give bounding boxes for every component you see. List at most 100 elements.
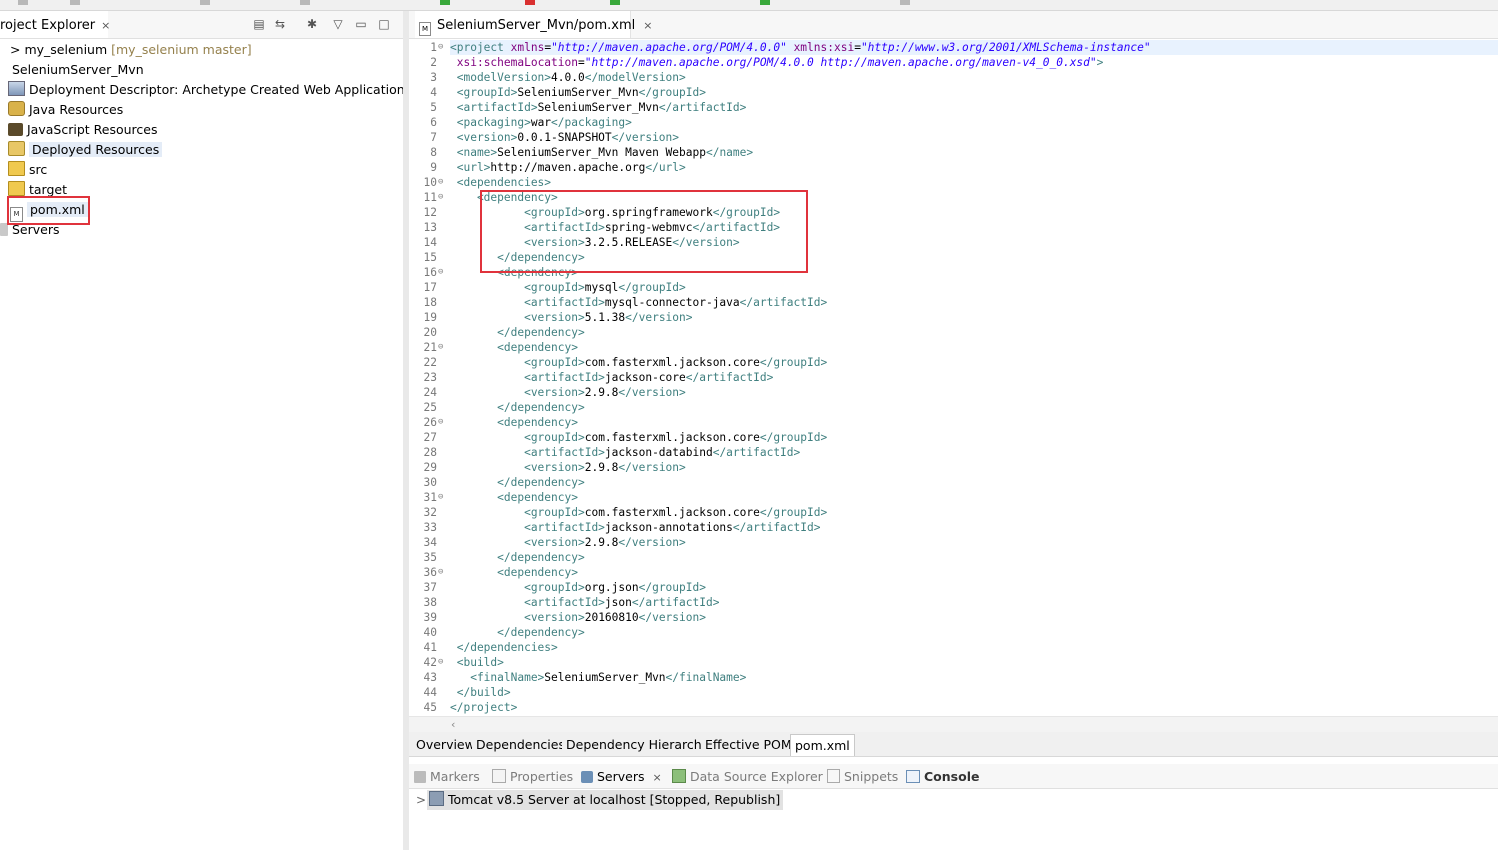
view-menu-icon[interactable]: ▽ xyxy=(331,17,345,31)
fold-toggle-icon[interactable]: ⊖ xyxy=(438,40,448,55)
xml-text-token: mysql-connector-java xyxy=(604,296,740,309)
xml-tag-token: <dependency> xyxy=(450,566,578,579)
xml-source-editor[interactable]: 1 ⊖ 2 3 4 5 6 7 8 9 10 ⊖ 11 ⊖ 12 13 14 15 16 ⊖ 17 18 19 20 21 ⊖ 22… xyxy=(409,40,1498,716)
tree-item-label: target xyxy=(29,182,68,197)
tree-item-deployed-resources[interactable]: Deployed Resources xyxy=(8,140,163,160)
line-number: 45 xyxy=(423,701,437,714)
xml-text-token: SeleniumServer_Mvn Maven Webapp xyxy=(497,146,706,159)
line-number: 27 xyxy=(423,431,437,444)
tab-console[interactable]: Console xyxy=(906,764,979,788)
scroll-left-icon[interactable]: ‹ xyxy=(451,717,455,732)
javascript-resources-icon xyxy=(8,123,23,136)
xml-tag-token: </artifactId> xyxy=(685,371,774,384)
editor-tabbar: M SeleniumServer_Mvn/pom.xml × xyxy=(409,11,1498,39)
xml-tag-token: </name> xyxy=(705,146,754,159)
xml-tag-token: <version> xyxy=(450,131,518,144)
tree-item-label: src xyxy=(29,162,48,177)
fold-toggle-icon[interactable]: ⊖ xyxy=(438,490,448,505)
maximize-icon[interactable]: □ xyxy=(377,17,391,31)
close-icon[interactable]: × xyxy=(643,19,652,32)
xml-tag-token: </project> xyxy=(450,701,518,714)
folder-icon xyxy=(8,161,25,176)
tab-dependency-hierarchy[interactable]: Dependency Hierarchy xyxy=(562,734,715,755)
line-number: 13 xyxy=(423,221,437,234)
code-line: <groupId>com.fasterxml.jackson.core</gro… xyxy=(450,505,827,520)
line-number: 41 xyxy=(423,641,437,654)
fold-toggle-icon[interactable]: ⊖ xyxy=(438,175,448,190)
server-entry-label: Tomcat v8.5 Server at localhost [Stopped… xyxy=(448,792,781,807)
line-number-ruler: 1 ⊖ 2 3 4 5 6 7 8 9 10 ⊖ 11 ⊖ 12 13 14 15 16 ⊖ 17 18 19 20 21 ⊖ 22… xyxy=(409,40,450,716)
tab-overview[interactable]: Overview xyxy=(412,734,480,755)
server-entry-tomcat[interactable]: Tomcat v8.5 Server at localhost [Stopped… xyxy=(427,790,784,810)
xml-text-token: SeleniumServer_Mvn xyxy=(517,86,639,99)
close-icon[interactable]: × xyxy=(101,19,110,32)
horizontal-scrollbar[interactable]: ‹ xyxy=(409,716,1498,733)
tab-project-explorer[interactable]: roject Explorer × xyxy=(0,11,110,38)
xml-text-token: 2.9.8 xyxy=(584,386,619,399)
fold-toggle-icon[interactable]: ⊖ xyxy=(438,655,448,670)
line-number: 31 xyxy=(423,491,437,504)
tab-snippets[interactable]: Snippets xyxy=(827,764,898,788)
tree-item-my-selenium[interactable]: > my_selenium [my_selenium master] xyxy=(0,40,252,60)
tab-pom-xml-editor[interactable]: M SeleniumServer_Mvn/pom.xml × xyxy=(415,11,652,38)
xml-tag-token: </dependency> xyxy=(450,551,585,564)
close-icon[interactable]: × xyxy=(653,771,662,784)
code-line: <artifactId>SeleniumServer_Mvn</artifact… xyxy=(450,100,747,115)
xml-value-token: "http://www.w3.org/2001/XMLSchema-instan… xyxy=(860,41,1151,54)
code-line: </dependency> xyxy=(450,475,585,490)
xml-text-token: SeleniumServer_Mvn xyxy=(544,671,666,684)
line-number: 4 xyxy=(430,86,437,99)
tab-pom-xml-source[interactable]: pom.xml xyxy=(790,734,855,756)
line-number: 37 xyxy=(423,581,437,594)
tree-item-seleniumserver-mvn[interactable]: SeleniumServer_Mvn xyxy=(12,60,144,80)
expand-chevron-icon[interactable]: > xyxy=(416,789,426,811)
tree-item-label: JavaScript Resources xyxy=(27,122,158,137)
code-line: </dependency> xyxy=(450,625,585,640)
xml-tag-token: </groupId> xyxy=(759,356,828,369)
code-line: <build> xyxy=(450,655,504,670)
fold-toggle-icon[interactable]: ⊖ xyxy=(438,265,448,280)
fold-toggle-icon[interactable]: ⊖ xyxy=(438,340,448,355)
xml-attr-token: xmlns xyxy=(510,41,545,54)
tab-dependencies[interactable]: Dependencies xyxy=(472,734,570,755)
fold-toggle-icon[interactable]: ⊖ xyxy=(438,415,448,430)
tab-data-source-explorer[interactable]: Data Source Explorer xyxy=(672,764,823,788)
xml-tag-token: <version> xyxy=(450,611,585,624)
minimize-icon[interactable]: ▭ xyxy=(354,17,368,31)
xml-tag-token: </groupId> xyxy=(759,506,828,519)
line-number: 32 xyxy=(423,506,437,519)
folder-icon xyxy=(8,181,25,196)
console-icon xyxy=(906,770,920,783)
tab-servers[interactable]: Servers × xyxy=(581,764,662,788)
xml-tag-token: <groupId> xyxy=(450,281,585,294)
collapse-all-icon[interactable]: ▤ xyxy=(252,17,266,31)
focus-icon[interactable]: ✱ xyxy=(305,17,319,31)
tomcat-server-icon xyxy=(429,791,444,806)
xml-tag-token: </artifactId> xyxy=(631,596,720,609)
tree-item-javascript-resources[interactable]: JavaScript Resources xyxy=(8,120,157,140)
tree-item-src[interactable]: src xyxy=(8,160,47,180)
fold-toggle-icon[interactable]: ⊖ xyxy=(438,565,448,580)
tab-snippets-label: Snippets xyxy=(844,769,899,784)
line-number: 8 xyxy=(430,146,437,159)
tab-markers[interactable]: Markers xyxy=(414,764,480,788)
xml-tag-token: <artifactId> xyxy=(450,596,605,609)
code-line: </dependency> xyxy=(450,400,585,415)
xml-tag-token: <finalName> xyxy=(450,671,545,684)
line-number: 10 xyxy=(423,176,437,189)
tab-project-explorer-label: roject Explorer xyxy=(0,18,96,33)
tab-properties[interactable]: Properties xyxy=(492,764,573,788)
xml-tag-token: <version> xyxy=(450,536,585,549)
xml-tag-token: <project xyxy=(450,41,511,54)
tab-effective-pom[interactable]: Effective POM xyxy=(701,734,797,755)
xml-tag-token: <groupId> xyxy=(450,581,585,594)
tab-servers-label: Servers xyxy=(597,769,645,784)
xml-tag-token: </version> xyxy=(618,461,686,474)
xml-text-token: jackson-core xyxy=(604,371,686,384)
fold-toggle-icon[interactable]: ⊖ xyxy=(438,190,448,205)
xml-tag-token: </groupId> xyxy=(618,281,686,294)
tree-item-java-resources[interactable]: Java Resources xyxy=(8,100,123,120)
link-with-editor-icon[interactable]: ⇆ xyxy=(273,17,287,31)
xml-tag-token: </groupId> xyxy=(638,86,706,99)
tree-item-deployment-descriptor[interactable]: Deployment Descriptor: Archetype Created… xyxy=(8,80,410,100)
